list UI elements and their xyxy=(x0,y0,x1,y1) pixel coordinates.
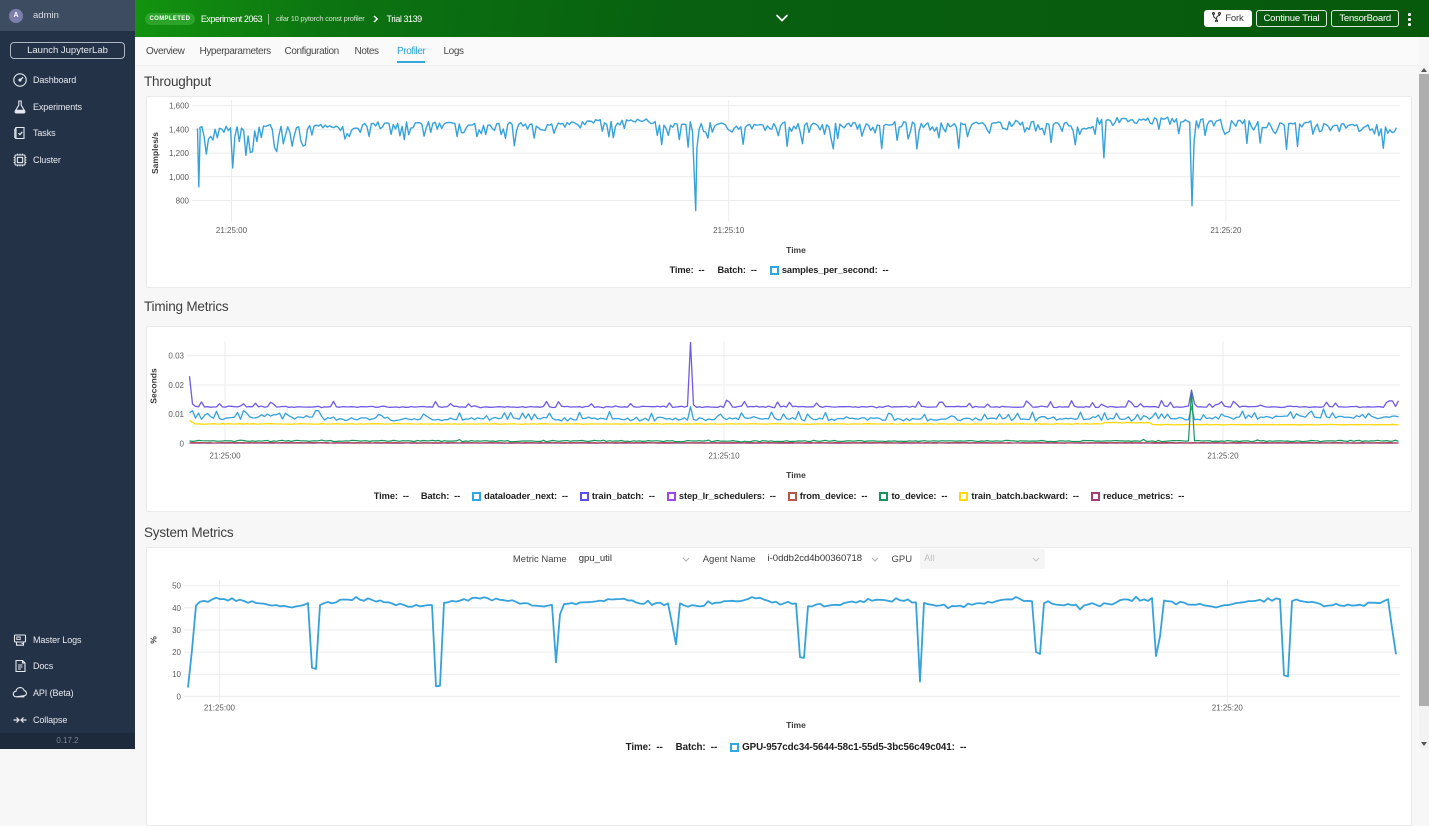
svg-text:800: 800 xyxy=(176,197,190,206)
svg-text:20: 20 xyxy=(172,648,181,657)
svg-text:1,400: 1,400 xyxy=(169,125,190,134)
svg-text:Time: Time xyxy=(786,245,806,255)
svg-text:0: 0 xyxy=(177,692,182,701)
svg-text:Time: Time xyxy=(786,470,806,480)
svg-text:0.03: 0.03 xyxy=(168,352,184,361)
svg-text:1,200: 1,200 xyxy=(169,149,190,158)
svg-text:21:25:10: 21:25:10 xyxy=(713,226,745,235)
svg-text:30: 30 xyxy=(172,626,181,635)
svg-text:10: 10 xyxy=(172,670,181,679)
svg-text:Seconds: Seconds xyxy=(149,368,159,404)
svg-text:Samples/s: Samples/s xyxy=(150,132,160,174)
svg-text:0: 0 xyxy=(180,440,185,449)
svg-text:50: 50 xyxy=(172,582,181,591)
svg-text:0.01: 0.01 xyxy=(168,410,184,419)
svg-text:40: 40 xyxy=(172,604,181,613)
svg-text:21:25:00: 21:25:00 xyxy=(216,226,248,235)
svg-text:1,000: 1,000 xyxy=(169,173,190,182)
svg-text:21:25:20: 21:25:20 xyxy=(1210,226,1242,235)
svg-text:%: % xyxy=(149,636,159,644)
svg-text:Time: Time xyxy=(786,720,806,730)
svg-text:21:25:00: 21:25:00 xyxy=(204,704,236,713)
svg-text:21:25:10: 21:25:10 xyxy=(708,452,740,461)
svg-text:0.02: 0.02 xyxy=(168,381,184,390)
svg-text:1,600: 1,600 xyxy=(169,102,190,111)
svg-text:21:25:20: 21:25:20 xyxy=(1212,704,1244,713)
svg-text:21:25:20: 21:25:20 xyxy=(1207,452,1239,461)
svg-text:21:25:00: 21:25:00 xyxy=(209,452,241,461)
